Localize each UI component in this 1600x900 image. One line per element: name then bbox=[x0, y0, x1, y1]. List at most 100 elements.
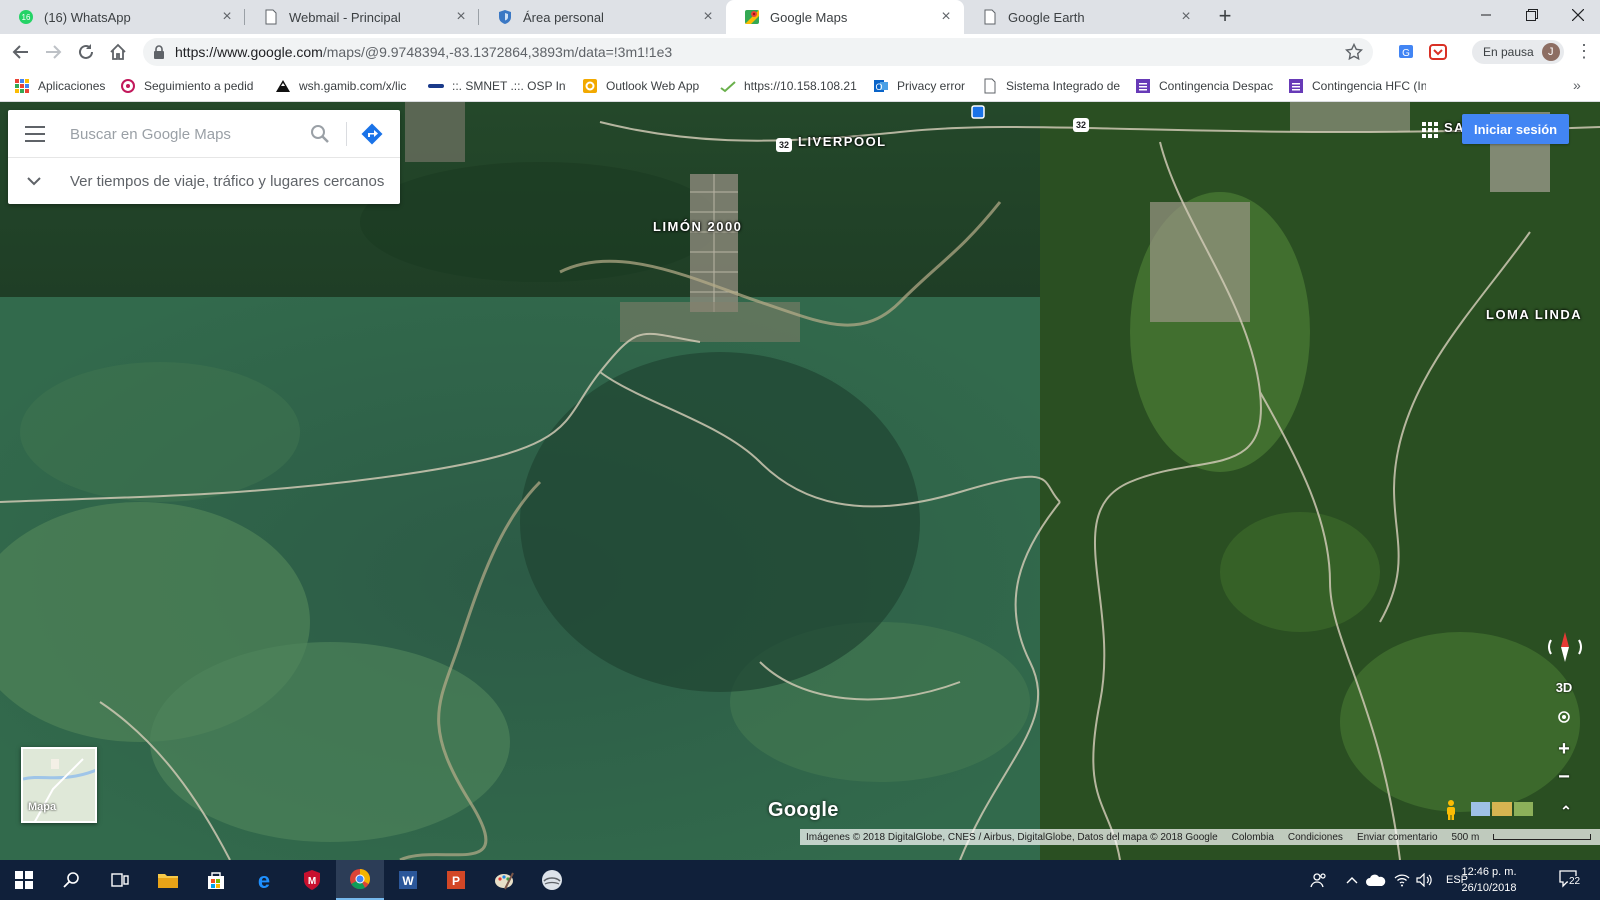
scale-bar[interactable] bbox=[1493, 834, 1592, 840]
map-canvas[interactable]: 32 32 LIVERPOOL LIMÓN 2000 LOMA LINDA SA… bbox=[0, 102, 1600, 860]
place-label-loma-linda[interactable]: LOMA LINDA bbox=[1486, 307, 1582, 322]
taskbar-search-button[interactable] bbox=[48, 860, 96, 900]
close-icon[interactable]: × bbox=[700, 8, 716, 26]
tab-webmail[interactable]: Webmail - Principal × bbox=[245, 0, 479, 34]
imagery-layer-thumbnails[interactable] bbox=[1471, 802, 1533, 816]
scale-label[interactable]: 500 m bbox=[1452, 832, 1480, 843]
close-icon[interactable]: × bbox=[453, 8, 469, 26]
expand-chevron-icon[interactable]: ⌃ bbox=[1550, 798, 1582, 824]
home-button[interactable] bbox=[106, 40, 130, 64]
zoom-in-button[interactable]: + bbox=[1548, 736, 1580, 762]
task-view-icon bbox=[111, 873, 129, 887]
terms-link[interactable]: Condiciones bbox=[1288, 832, 1343, 843]
shield-icon bbox=[499, 10, 511, 24]
bookmark-contingencia-hfc[interactable]: Contingencia HFC (In bbox=[1288, 70, 1426, 102]
extension-translate-icon[interactable]: G bbox=[1397, 42, 1417, 62]
profile-paused-button[interactable]: En pausa J bbox=[1472, 40, 1564, 64]
show-hidden-icons-chevron-icon[interactable] bbox=[1346, 860, 1358, 900]
powerpoint-button[interactable]: P bbox=[432, 860, 480, 900]
tab-google-maps[interactable]: Google Maps × bbox=[726, 0, 964, 34]
hamburger-menu-icon[interactable] bbox=[25, 126, 45, 142]
place-label-limon-2000[interactable]: LIMÓN 2000 bbox=[653, 219, 742, 234]
tab-area-personal[interactable]: Área personal × bbox=[479, 0, 726, 34]
bookmarks-overflow-icon[interactable]: » bbox=[1573, 77, 1581, 93]
store-button[interactable] bbox=[192, 860, 240, 900]
nearby-info-row[interactable]: Ver tiempos de viaje, tráfico y lugares … bbox=[8, 158, 400, 204]
compass-icon[interactable] bbox=[1545, 630, 1585, 664]
chevron-down-icon[interactable] bbox=[8, 176, 60, 186]
system-clock[interactable]: 12:46 p. m. 26/10/2018 bbox=[1452, 864, 1526, 896]
task-view-button[interactable] bbox=[96, 860, 144, 900]
nearby-info-text: Ver tiempos de viaje, tráfico y lugares … bbox=[70, 172, 385, 190]
country-link[interactable]: Colombia bbox=[1232, 832, 1274, 843]
tab-strip: 16 (16) WhatsApp × Webmail - Principal ×… bbox=[0, 0, 1600, 34]
tilt-3d-button[interactable]: 3D bbox=[1548, 674, 1580, 700]
google-earth-icon bbox=[542, 870, 562, 890]
map-footer: Imágenes © 2018 DigitalGlobe, CNES / Air… bbox=[800, 829, 1600, 845]
directions-icon[interactable] bbox=[360, 122, 384, 146]
new-tab-button[interactable]: + bbox=[1213, 5, 1237, 29]
bookmark-contingencia-despac[interactable]: Contingencia Despac bbox=[1135, 70, 1273, 102]
people-icon[interactable] bbox=[1310, 860, 1328, 900]
google-earth-button[interactable] bbox=[528, 860, 576, 900]
wifi-icon[interactable] bbox=[1394, 860, 1410, 900]
map-layer-toggle[interactable]: Mapa bbox=[21, 747, 97, 823]
tab-whatsapp[interactable]: 16 (16) WhatsApp × bbox=[0, 0, 245, 34]
restore-button[interactable] bbox=[1509, 0, 1555, 30]
place-label-liverpool[interactable]: LIVERPOOL bbox=[798, 134, 887, 149]
url-text[interactable]: https://www.google.com/maps/@9.9748394,-… bbox=[175, 44, 672, 60]
lock-icon[interactable] bbox=[153, 45, 165, 59]
pegman-icon[interactable] bbox=[1441, 799, 1461, 821]
mcafee-button[interactable]: M bbox=[288, 860, 336, 900]
start-button[interactable] bbox=[0, 860, 48, 900]
clock-date: 26/10/2018 bbox=[1461, 882, 1517, 894]
search-icon[interactable] bbox=[308, 122, 332, 146]
arrow-left-icon bbox=[12, 45, 28, 59]
tab-label: (16) WhatsApp bbox=[44, 9, 131, 25]
sign-in-button[interactable]: Iniciar sesión bbox=[1462, 114, 1570, 144]
minimize-button[interactable] bbox=[1463, 0, 1509, 30]
bookmark-sistema-integrado[interactable]: Sistema Integrado de bbox=[982, 70, 1122, 102]
bookmark-ip-address[interactable]: https://10.158.108.21 bbox=[720, 70, 858, 102]
google-apps-icon[interactable] bbox=[1422, 122, 1438, 138]
tab-google-earth[interactable]: Google Earth × bbox=[964, 0, 1204, 34]
bookmark-aplicaciones[interactable]: Aplicaciones bbox=[14, 70, 114, 102]
action-center-button[interactable]: 22 bbox=[1558, 868, 1582, 890]
close-window-button[interactable] bbox=[1555, 0, 1600, 30]
my-location-button[interactable] bbox=[1548, 704, 1580, 730]
bookmark-wsh-gamib[interactable]: wsh.gamib.com/x/lic bbox=[275, 70, 413, 102]
feedback-link[interactable]: Enviar comentario bbox=[1357, 832, 1438, 843]
layer-thumb-terrain[interactable] bbox=[1513, 802, 1533, 816]
search-input[interactable] bbox=[70, 122, 300, 146]
close-icon[interactable]: × bbox=[938, 8, 954, 26]
zoom-out-button[interactable]: − bbox=[1548, 764, 1580, 790]
extension-pocket-icon[interactable] bbox=[1428, 42, 1448, 62]
layer-thumb-transit[interactable] bbox=[1471, 802, 1491, 816]
word-button[interactable]: W bbox=[384, 860, 432, 900]
svg-text:G: G bbox=[1402, 48, 1410, 59]
volume-icon[interactable] bbox=[1416, 860, 1432, 900]
file-explorer-button[interactable] bbox=[144, 860, 192, 900]
bookmark-smnet[interactable]: ::. SMNET .::. OSP Inte bbox=[428, 70, 566, 102]
edge-button[interactable]: e bbox=[240, 860, 288, 900]
bookmark-privacy-error[interactable]: O Privacy error bbox=[873, 70, 983, 102]
bookmark-star-icon[interactable] bbox=[1345, 43, 1363, 61]
chrome-button[interactable] bbox=[336, 860, 384, 900]
close-icon[interactable]: × bbox=[219, 8, 235, 26]
imagery-attribution: Imágenes © 2018 DigitalGlobe, CNES / Air… bbox=[806, 831, 1218, 843]
onedrive-icon[interactable] bbox=[1366, 860, 1386, 900]
svg-text:P: P bbox=[452, 874, 460, 888]
bookmark-label: Aplicaciones bbox=[38, 79, 106, 93]
bookmark-outlook-web-app[interactable]: Outlook Web App bbox=[582, 70, 708, 102]
layer-thumb-traffic[interactable] bbox=[1492, 802, 1512, 816]
forward-button[interactable] bbox=[41, 40, 65, 64]
reload-button[interactable] bbox=[74, 40, 98, 64]
paint-button[interactable] bbox=[480, 860, 528, 900]
satellite-imagery[interactable] bbox=[0, 102, 1600, 860]
menu-icon[interactable]: ⋮ bbox=[1574, 42, 1594, 62]
bookmark-label: Privacy error bbox=[897, 79, 966, 93]
close-icon[interactable]: × bbox=[1178, 8, 1194, 26]
address-bar[interactable]: https://www.google.com/maps/@9.9748394,-… bbox=[143, 38, 1373, 66]
bookmark-seguimiento[interactable]: Seguimiento a pedid bbox=[120, 70, 258, 102]
back-button[interactable] bbox=[9, 40, 33, 64]
